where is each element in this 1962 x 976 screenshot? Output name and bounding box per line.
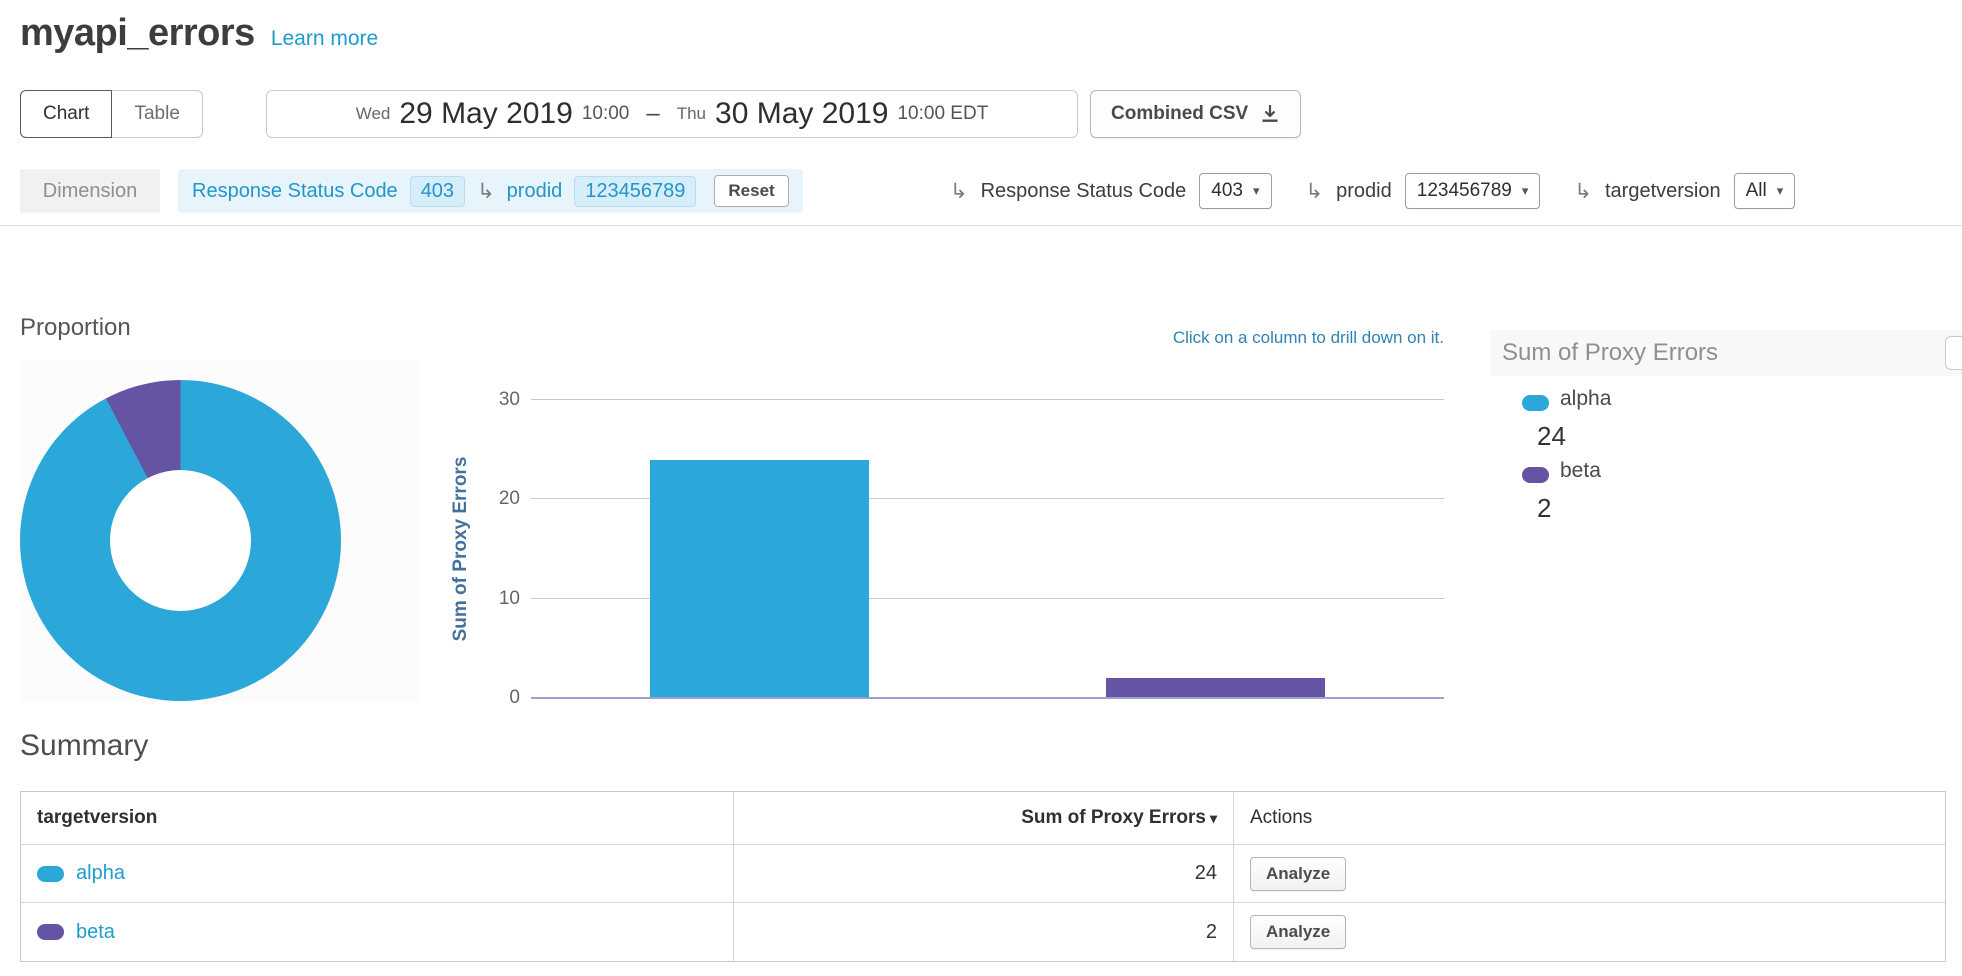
filter-name-targetversion: targetversion xyxy=(1605,180,1721,203)
bar-beta[interactable] xyxy=(1106,678,1325,698)
y-tick-label: 0 xyxy=(509,687,520,709)
level-down-icon: ↳ xyxy=(1306,181,1324,202)
date-range-picker[interactable]: Wed 29 May 2019 10:00 – Thu 30 May 2019 … xyxy=(266,90,1078,138)
legend-value-beta: 2 xyxy=(1537,493,1551,524)
learn-more-link[interactable]: Learn more xyxy=(271,27,378,51)
table-row-alpha-value: 24 xyxy=(734,845,1234,903)
chevron-down-icon: ▾ xyxy=(1777,183,1784,199)
filter-select-targetversion[interactable]: All ▾ xyxy=(1734,173,1796,209)
combined-csv-label: Combined CSV xyxy=(1111,103,1248,125)
y-tick-label: 10 xyxy=(499,588,520,610)
breadcrumb-dimension-name[interactable]: prodid xyxy=(507,180,563,203)
table-row-beta-name: beta xyxy=(21,903,734,961)
series-swatch-beta xyxy=(37,924,64,940)
table-row-beta-value: 2 xyxy=(734,903,1234,961)
summary-table: targetversion Sum of Proxy Errors ▾ Acti… xyxy=(20,791,1946,962)
end-day: Thu xyxy=(677,104,706,124)
proportion-label: Proportion xyxy=(20,314,131,342)
legend-swatch-alpha xyxy=(1522,395,1549,411)
legend-label-alpha: alpha xyxy=(1560,387,1611,411)
tab-table[interactable]: Table xyxy=(112,90,202,138)
divider xyxy=(0,225,1962,226)
column-header-targetversion[interactable]: targetversion xyxy=(21,792,734,845)
gridline xyxy=(531,399,1444,400)
filter-name-response-status-code: Response Status Code xyxy=(981,180,1187,203)
summary-title: Summary xyxy=(20,729,148,763)
start-day: Wed xyxy=(356,104,391,124)
dimension-label: Dimension xyxy=(20,169,160,213)
breadcrumb-dimension-name[interactable]: Response Status Code xyxy=(192,180,398,203)
filter-controls: ↳ Response Status Code 403 ▾ ↳ prodid 12… xyxy=(950,169,1795,213)
page-header: myapi_errors Learn more xyxy=(20,12,378,55)
view-toggle: Chart Table xyxy=(20,90,203,138)
start-time: 10:00 xyxy=(582,103,630,125)
drilldown-hint: Click on a column to drill down on it. xyxy=(531,328,1444,348)
x-axis-line xyxy=(531,697,1444,699)
donut-chart[interactable] xyxy=(20,380,341,701)
filter-value: 403 xyxy=(1211,180,1243,202)
end-date: 30 May 2019 xyxy=(715,97,888,131)
legend-title: Sum of Proxy Errors xyxy=(1502,339,1718,367)
drilldown-breadcrumb: Response Status Code 403 ↳ prodid 123456… xyxy=(178,169,803,213)
donut-hole xyxy=(110,470,251,611)
legend-header: Sum of Proxy Errors xyxy=(1490,330,1962,376)
filter-value: 123456789 xyxy=(1417,180,1512,202)
filter-select-prodid[interactable]: 123456789 ▾ xyxy=(1405,173,1541,209)
y-tick-label: 20 xyxy=(499,488,520,510)
page-title: myapi_errors xyxy=(20,12,255,55)
analyze-button-beta[interactable]: Analyze xyxy=(1250,915,1346,949)
column-header-sum-of-proxy-errors[interactable]: Sum of Proxy Errors ▾ xyxy=(734,792,1234,845)
legend-value-alpha: 24 xyxy=(1537,421,1566,452)
bar-ytick-labels: 0102030 xyxy=(450,400,522,698)
filter-name-prodid: prodid xyxy=(1336,180,1392,203)
analyze-button-alpha[interactable]: Analyze xyxy=(1250,857,1346,891)
reset-button[interactable]: Reset xyxy=(714,175,788,207)
breadcrumb-dimension-value[interactable]: 403 xyxy=(410,176,465,207)
filter-select-response-status-code[interactable]: 403 ▾ xyxy=(1199,173,1271,209)
chevron-down-icon: ▾ xyxy=(1522,183,1529,199)
end-time: 10:00 EDT xyxy=(897,103,988,125)
level-down-icon: ↳ xyxy=(950,181,968,202)
column-header-actions: Actions xyxy=(1234,792,1945,845)
row-link-alpha[interactable]: alpha xyxy=(76,862,125,885)
tab-chart[interactable]: Chart xyxy=(20,90,112,138)
combined-csv-button[interactable]: Combined CSV xyxy=(1090,90,1301,138)
level-down-icon: ↳ xyxy=(477,181,495,202)
bar-plot xyxy=(531,400,1444,698)
table-row-alpha-name: alpha xyxy=(21,845,734,903)
date-range-separator: – xyxy=(646,100,659,128)
table-row-alpha-actions: Analyze xyxy=(1234,845,1945,903)
sort-desc-icon: ▾ xyxy=(1210,810,1217,827)
legend-swatch-beta xyxy=(1522,467,1549,483)
bar-alpha[interactable] xyxy=(650,460,869,698)
legend-label-beta: beta xyxy=(1560,459,1601,483)
filter-value: All xyxy=(1746,180,1767,202)
legend-scroll-button[interactable] xyxy=(1945,336,1962,370)
chevron-down-icon: ▾ xyxy=(1253,183,1260,199)
start-date: 29 May 2019 xyxy=(399,97,572,131)
series-swatch-alpha xyxy=(37,866,64,882)
y-tick-label: 30 xyxy=(499,389,520,411)
table-row-beta-actions: Analyze xyxy=(1234,903,1945,961)
download-icon xyxy=(1260,104,1280,124)
breadcrumb-dimension-value[interactable]: 123456789 xyxy=(574,176,696,207)
level-down-icon: ↳ xyxy=(1574,181,1592,202)
column-header-label: Sum of Proxy Errors xyxy=(1021,807,1206,829)
row-link-beta[interactable]: beta xyxy=(76,921,115,944)
